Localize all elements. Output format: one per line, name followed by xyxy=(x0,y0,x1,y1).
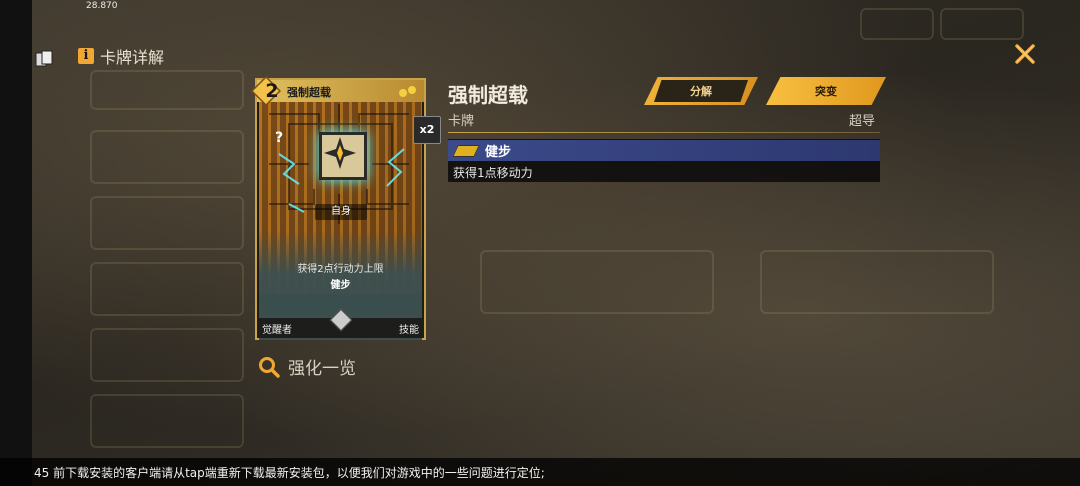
divider xyxy=(448,132,880,133)
bg-panel xyxy=(90,262,244,316)
bg-panel xyxy=(480,250,714,314)
enhance-overview-label: 强化一览 xyxy=(288,359,356,379)
core-star-icon xyxy=(324,137,356,169)
card-multiplier: x2 xyxy=(413,116,441,144)
page-title: 卡牌详解 xyxy=(100,48,165,67)
card-description: 获得2点行动力上限 xyxy=(297,264,384,275)
card-target: 自身 xyxy=(315,204,367,220)
card-cost: 2 xyxy=(265,80,279,102)
card-footer: 觉醒者 技能 xyxy=(257,308,424,338)
page-header: i 卡牌详解 xyxy=(78,44,164,68)
bg-panel xyxy=(90,394,244,448)
bg-panel xyxy=(940,8,1024,40)
notice-banner: 45 前下载安装的客户端请从tap端重新下载最新安装包，以便我们对游戏中的一些问… xyxy=(0,458,1080,486)
detail-rarity: 超导 xyxy=(849,114,876,129)
fps-counter: 28.870 xyxy=(86,1,118,11)
keyword-box: 健步 获得1点移动力 xyxy=(448,139,880,182)
detail-title: 强制超载 xyxy=(448,83,528,107)
breakthrough-button[interactable]: 突变 xyxy=(766,77,886,105)
detail-type: 卡牌 xyxy=(448,114,475,129)
left-edge-bar xyxy=(0,0,32,486)
card-name: 强制超载 xyxy=(287,86,331,99)
bg-panel xyxy=(90,70,244,110)
close-icon[interactable] xyxy=(1013,42,1037,66)
bg-panel xyxy=(90,328,244,382)
card-class: 觉醒者 xyxy=(262,325,292,336)
bg-panel xyxy=(90,130,244,184)
unknown-mark: ? xyxy=(275,130,284,146)
dismantle-button[interactable]: 分解 xyxy=(644,77,758,105)
bg-panel xyxy=(860,8,934,40)
keyword-description: 获得1点移动力 xyxy=(453,166,533,180)
card-core-emblem xyxy=(319,132,367,180)
info-icon: i xyxy=(78,48,94,64)
card-keyword: 健步 xyxy=(330,280,351,291)
dismantle-label: 分解 xyxy=(690,85,712,98)
card-preview[interactable]: 2 强制超载 ? x2 自身 获得2点行动力上限 健步 觉醒者 技能 xyxy=(251,76,441,340)
keyword-header: 健步 xyxy=(448,140,880,161)
keyword-tag-icon xyxy=(452,144,480,157)
enhance-overview-button[interactable]: 强化一览 xyxy=(258,354,356,379)
cards-icon[interactable] xyxy=(34,50,54,68)
rarity-dots-icon xyxy=(399,86,416,97)
search-icon xyxy=(259,356,280,378)
keyword-name: 健步 xyxy=(485,145,512,160)
notice-text: 45 前下载安装的客户端请从tap端重新下载最新安装包，以便我们对游戏中的一些问… xyxy=(34,466,545,480)
bg-panel xyxy=(90,196,244,250)
bg-panel xyxy=(760,250,994,314)
breakthrough-label: 突变 xyxy=(815,85,837,98)
card-category: 技能 xyxy=(399,325,419,336)
